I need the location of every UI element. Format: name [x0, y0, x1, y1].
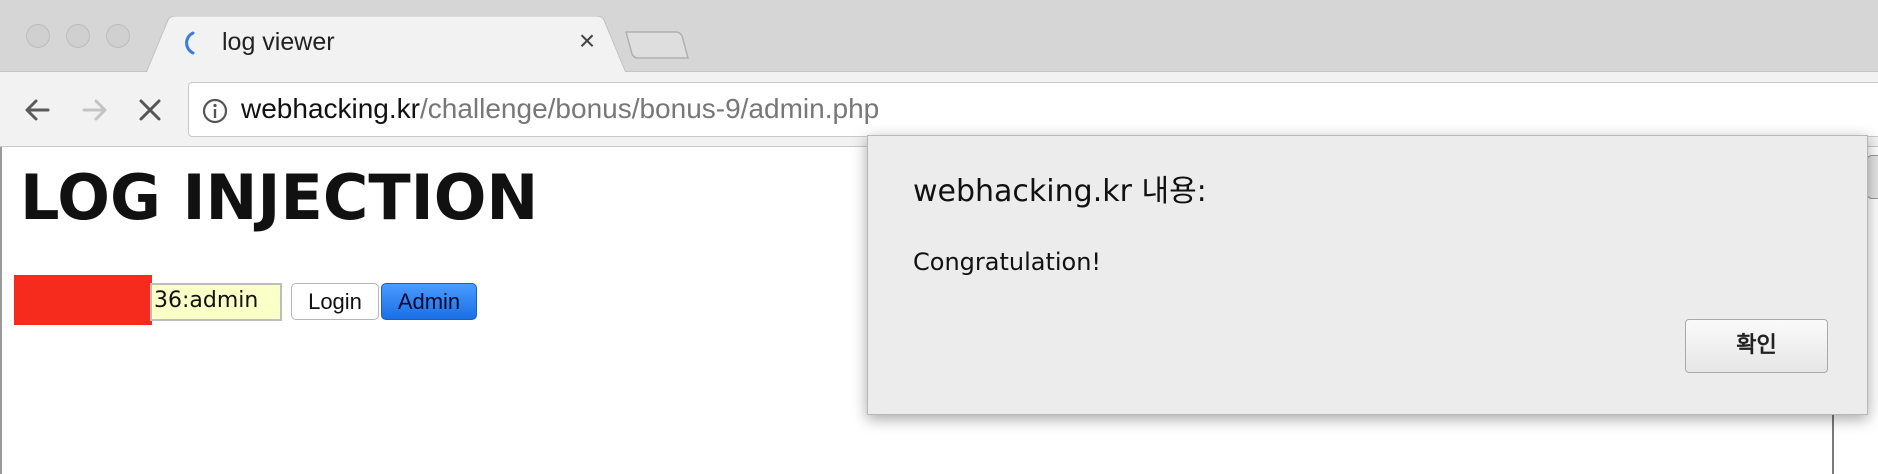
admin-button[interactable]: Admin: [381, 283, 477, 320]
tab-strip: log viewer ×: [0, 0, 1878, 73]
login-button[interactable]: Login: [291, 283, 379, 320]
alert-dialog: webhacking.kr 내용: Congratulation! 확인: [867, 135, 1868, 415]
redaction-block: [14, 275, 152, 325]
tab-title: log viewer: [222, 28, 335, 56]
stop-icon[interactable]: [130, 90, 170, 130]
address-url[interactable]: webhacking.kr/challenge/bonus/bonus-9/ad…: [241, 93, 879, 125]
close-window-button[interactable]: [26, 24, 50, 48]
dialog-message: Congratulation!: [913, 248, 1102, 276]
url-path: /challenge/bonus/bonus-9/admin.php: [419, 93, 880, 124]
loading-spinner-icon: [185, 31, 195, 55]
info-icon[interactable]: [201, 97, 229, 125]
minimize-window-button[interactable]: [66, 24, 90, 48]
address-bar[interactable]: webhacking.kr/challenge/bonus/bonus-9/ad…: [188, 82, 1878, 137]
zoom-window-button[interactable]: [106, 24, 130, 48]
forward-arrow-icon[interactable]: [74, 90, 114, 130]
tab-log-viewer[interactable]: log viewer ×: [146, 16, 626, 73]
page-heading: LOG INJECTION: [20, 161, 539, 234]
url-host: webhacking.kr: [241, 93, 420, 124]
tab-close-icon[interactable]: ×: [574, 27, 600, 55]
id-input[interactable]: 36:admin: [150, 283, 282, 321]
new-tab-button[interactable]: [624, 28, 690, 62]
back-arrow-icon[interactable]: [18, 90, 58, 130]
ok-button[interactable]: 확인: [1685, 319, 1828, 373]
dialog-title: webhacking.kr 내용:: [913, 174, 1207, 209]
